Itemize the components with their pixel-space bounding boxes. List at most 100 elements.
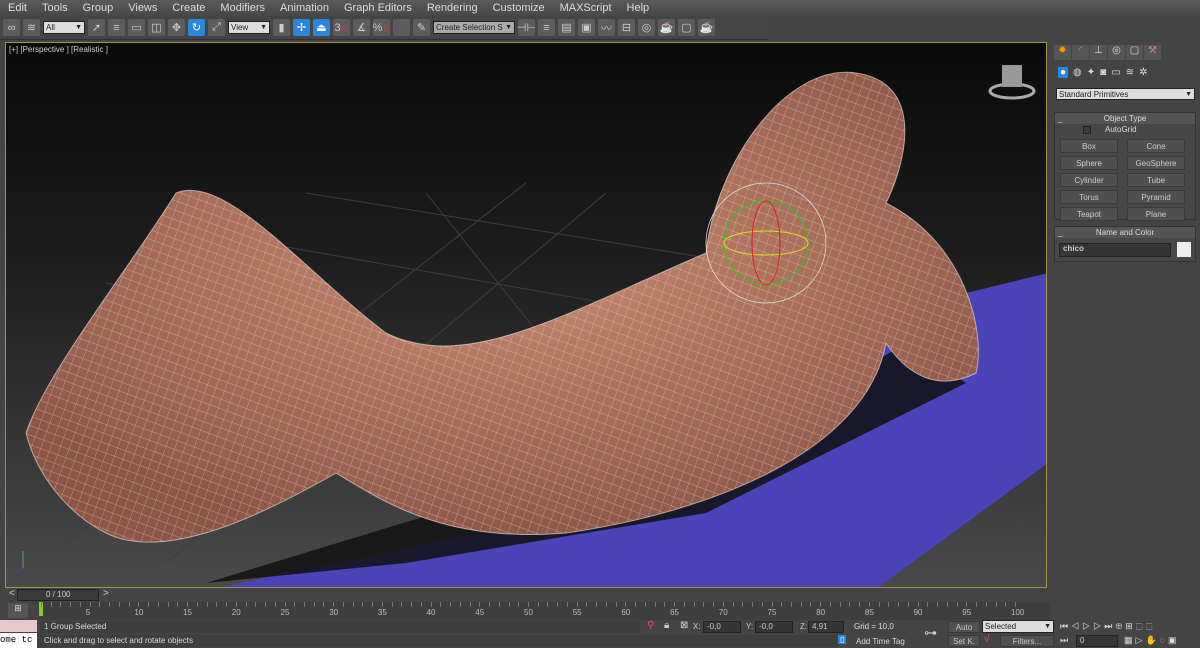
play-icon[interactable]: ▷ [1082, 621, 1093, 631]
keyboard-shortcut-override-icon[interactable]: ⏏ [313, 19, 330, 36]
spinner-snap-icon[interactable]: ∩ [393, 19, 410, 36]
zoom-all-icon[interactable]: ⊞ [1125, 621, 1136, 631]
key-filter-dropdown[interactable]: Selected ▼ [982, 620, 1054, 633]
mirror-icon[interactable]: ⊣⊢ [517, 19, 536, 36]
next-frame-button[interactable]: > [103, 588, 109, 599]
sphere-button[interactable]: Sphere [1060, 156, 1118, 170]
key-filters-button[interactable]: Filters... [1000, 635, 1054, 647]
menu-customize[interactable]: Customize [493, 2, 545, 14]
zoom-extents-all-icon[interactable]: ⬚ [1146, 621, 1156, 631]
hierarchy-tab-icon[interactable]: ⊥ [1090, 45, 1107, 60]
object-color-swatch[interactable] [1177, 242, 1191, 257]
scene-explorer-icon[interactable]: ▣ [578, 19, 595, 36]
menu-animation[interactable]: Animation [280, 2, 329, 14]
go-to-end-icon[interactable]: ⏭ [1104, 621, 1115, 631]
geosphere-button[interactable]: GeoSphere [1127, 156, 1185, 170]
box-button[interactable]: Box [1060, 139, 1118, 153]
cone-button[interactable]: Cone [1127, 139, 1185, 153]
zoom-extents-icon[interactable]: ⬚ [1136, 621, 1146, 631]
systems-icon[interactable]: ✲ [1139, 67, 1147, 78]
select-object-icon[interactable]: ➚ [88, 19, 105, 36]
y-coordinate-input[interactable]: -0,0 [755, 621, 793, 633]
category-dropdown[interactable]: Standard Primitives ▼ [1056, 88, 1195, 100]
render-production-icon[interactable]: ☕ [698, 19, 715, 36]
pivot-center-icon[interactable]: ▮ [273, 19, 290, 36]
zoom-icon[interactable]: ⊕ [1115, 621, 1125, 631]
previous-frame-icon[interactable]: ◁ [1071, 621, 1082, 631]
set-key-button[interactable]: Set K. [948, 635, 980, 647]
x-coordinate-input[interactable]: -0,0 [703, 621, 741, 633]
move-icon[interactable]: ✥ [168, 19, 185, 36]
field-of-view-icon[interactable]: ▷ [1136, 635, 1146, 645]
default-tangent-icon[interactable]: √ [984, 634, 990, 645]
menu-edit[interactable]: Edit [8, 2, 27, 14]
perspective-viewport[interactable]: [+] [Perspective ] [Realistic ] [5, 42, 1047, 588]
selection-filter-dropdown[interactable]: All ▼ [43, 21, 85, 34]
mini-curve-editor-icon[interactable]: ⊞ [8, 603, 28, 618]
set-key-icon[interactable]: ⊶ [924, 625, 937, 641]
menu-maxscript[interactable]: MAXScript [560, 2, 612, 14]
display-tab-icon[interactable]: ▢ [1126, 45, 1143, 60]
name-color-header[interactable]: _ Name and Color [1055, 227, 1195, 238]
angle-snap-icon[interactable]: ∡ [353, 19, 370, 36]
key-mode-icon[interactable]: ⏭ [1060, 635, 1068, 646]
schematic-view-icon[interactable]: ⊟ [618, 19, 635, 36]
next-frame-icon[interactable]: ▷ [1093, 621, 1104, 631]
helpers-icon[interactable]: ▭ [1111, 67, 1120, 78]
time-config-icon[interactable]: ▦ [1124, 635, 1136, 645]
motion-tab-icon[interactable]: ◎ [1108, 45, 1125, 60]
track-bar[interactable]: 5 10 15 20 25 30 35 40 45 50 55 60 65 70 75 80 85 90 95 100 [38, 602, 1050, 620]
scale-icon[interactable]: ⤢ [208, 19, 225, 36]
object-type-header[interactable]: _ Object Type [1055, 113, 1195, 124]
time-tag-icon[interactable]: ▯ [838, 635, 847, 644]
select-by-name-icon[interactable]: ≡ [108, 19, 125, 36]
object-name-input[interactable]: chico [1059, 243, 1171, 257]
menu-create[interactable]: Create [172, 2, 205, 14]
link-icon[interactable]: ∞ [3, 19, 20, 36]
select-manipulate-icon[interactable]: ✢ [293, 19, 310, 36]
auto-key-button[interactable]: Auto [948, 621, 980, 633]
menu-views[interactable]: Views [128, 2, 157, 14]
lights-icon[interactable]: ✦ [1087, 67, 1095, 78]
teapot-button[interactable]: Teapot [1060, 207, 1118, 221]
pyramid-button[interactable]: Pyramid [1127, 190, 1185, 204]
plane-button[interactable]: Plane [1127, 207, 1185, 221]
autogrid-checkbox[interactable] [1083, 126, 1091, 134]
create-tab-icon[interactable]: ✹ [1054, 45, 1071, 60]
menu-modifiers[interactable]: Modifiers [220, 2, 265, 14]
render-setup-icon[interactable]: ☕ [658, 19, 675, 36]
shapes-icon[interactable]: ◍ [1073, 67, 1082, 78]
menu-graph-editors[interactable]: Graph Editors [344, 2, 412, 14]
spacewarps-icon[interactable]: ≋ [1126, 67, 1134, 78]
rect-selection-icon[interactable]: ▭ [128, 19, 145, 36]
absolute-mode-icon[interactable]: ⊠ [680, 620, 688, 631]
isolate-icon[interactable]: ⚲ [647, 620, 654, 631]
named-selection-dropdown[interactable]: Create Selection S ▼ [433, 21, 515, 34]
add-time-tag-button[interactable]: Add Time Tag [856, 637, 905, 646]
maxscript-listener[interactable] [0, 620, 37, 632]
go-to-start-icon[interactable]: ⏮ [1060, 621, 1071, 631]
tube-button[interactable]: Tube [1127, 173, 1185, 187]
pan-icon[interactable]: ✋ [1145, 635, 1159, 645]
time-slider[interactable]: < 0 / 100 > [5, 588, 1050, 602]
menu-help[interactable]: Help [627, 2, 650, 14]
window-crossing-icon[interactable]: ◫ [148, 19, 165, 36]
cylinder-button[interactable]: Cylinder [1060, 173, 1118, 187]
modify-tab-icon[interactable]: ◜ [1072, 45, 1089, 60]
prev-frame-button[interactable]: < [9, 588, 15, 599]
bind-spacewarp-icon[interactable]: ≋ [23, 19, 40, 36]
menu-group[interactable]: Group [83, 2, 114, 14]
edit-named-selection-icon[interactable]: ✎ [413, 19, 430, 36]
curve-editor-icon[interactable]: 〰 [598, 19, 615, 36]
z-coordinate-input[interactable]: 4,91 [808, 621, 844, 633]
selection-lock-icon[interactable]: 🔒︎ [664, 620, 669, 631]
menu-tools[interactable]: Tools [42, 2, 68, 14]
snap-toggle-icon[interactable]: 3 ∩ [333, 19, 350, 36]
utilities-tab-icon[interactable]: ⚒ [1144, 45, 1161, 60]
menu-rendering[interactable]: Rendering [427, 2, 478, 14]
reference-coord-dropdown[interactable]: View ▼ [228, 21, 270, 34]
align-icon[interactable]: ≡ [538, 19, 555, 36]
geometry-icon[interactable]: ● [1058, 67, 1069, 78]
torus-button[interactable]: Torus [1060, 190, 1118, 204]
maxscript-listener-input[interactable]: ome tc [0, 633, 37, 648]
